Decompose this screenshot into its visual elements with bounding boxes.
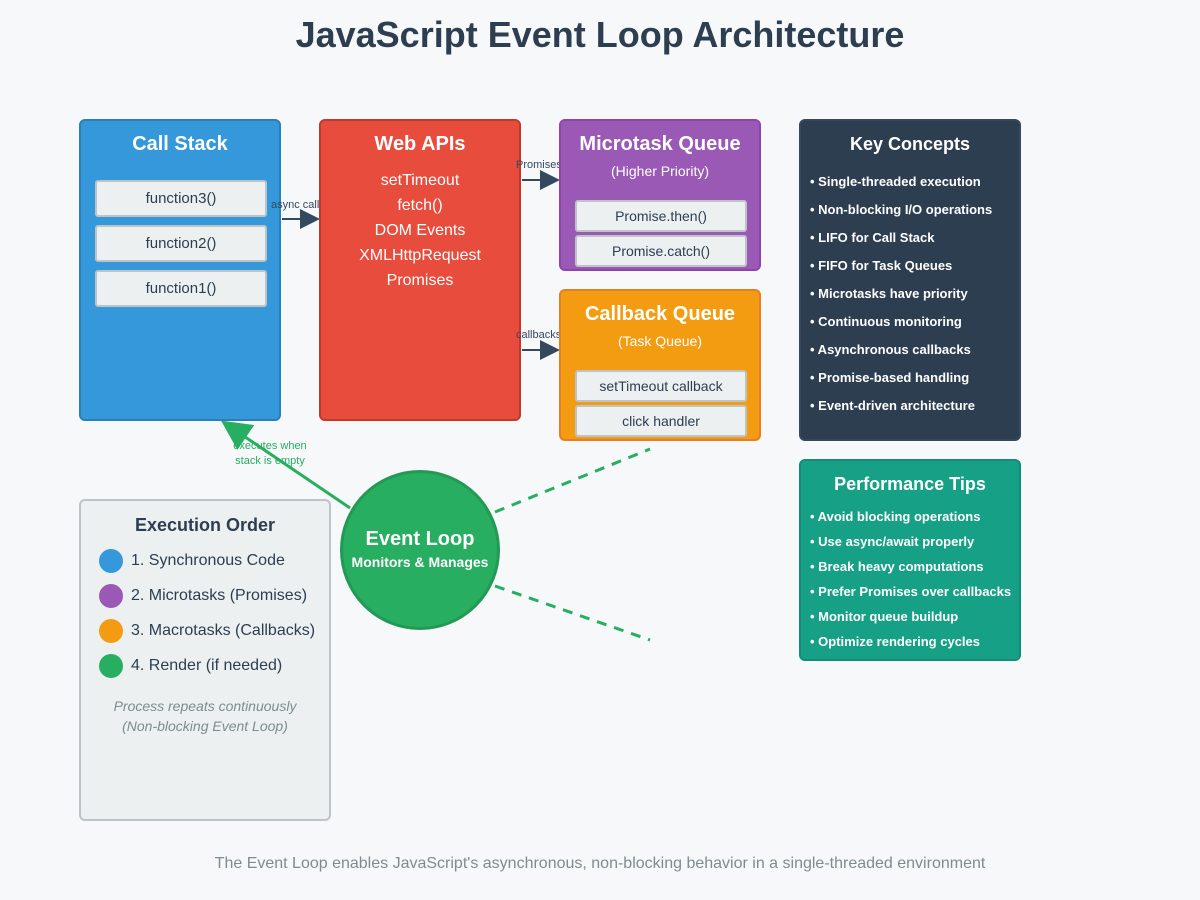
key-concept-item: • LIFO for Call Stack xyxy=(810,230,935,245)
execution-order-note: (Non-blocking Event Loop) xyxy=(122,718,288,734)
web-apis-panel: Web APIs setTimeout fetch() DOM Events X… xyxy=(319,119,521,421)
performance-tip-item: • Break heavy computations xyxy=(810,559,984,574)
performance-tip-item: • Prefer Promises over callbacks xyxy=(810,584,1012,599)
callbacks-label: callbacks xyxy=(516,329,562,341)
performance-tips-title: Performance Tips xyxy=(834,474,986,494)
call-stack-item: function2() xyxy=(95,225,267,262)
performance-tip-item: • Monitor queue buildup xyxy=(810,609,959,624)
promises-label: Promises xyxy=(516,159,562,171)
key-concept-item: • Continuous monitoring xyxy=(810,314,962,329)
execution-order-label: 4. Render (if needed) xyxy=(131,657,283,675)
performance-tips-panel: Performance Tips • Avoid blocking operat… xyxy=(799,459,1021,661)
call-stack-item: function1() xyxy=(95,270,267,307)
execution-order-label: 3. Macrotasks (Callbacks) xyxy=(131,622,316,640)
execution-order-label: 1. Synchronous Code xyxy=(131,552,285,570)
event-loop-title: Event Loop xyxy=(365,528,475,550)
step-dot-icon xyxy=(99,619,123,643)
key-concept-item: • Single-threaded execution xyxy=(810,174,981,189)
key-concept-item: • Promise-based handling xyxy=(810,370,970,385)
web-api-item: Promises xyxy=(386,272,454,289)
executes-label-line: executes when xyxy=(233,440,307,452)
event-loop-to-callback-dashed xyxy=(494,447,651,514)
callback-item: setTimeout callback xyxy=(575,370,747,402)
performance-tips-list: • Avoid blocking operations • Use async/… xyxy=(810,509,1011,659)
microtask-item: Promise.catch() xyxy=(575,235,747,267)
call-stack-title: Call Stack xyxy=(132,133,228,155)
web-api-item: setTimeout xyxy=(380,172,460,189)
execution-order-item: 1. Synchronous Code xyxy=(99,549,285,573)
key-concept-item: • Event-driven architecture xyxy=(810,398,975,413)
key-concept-item: • Microtasks have priority xyxy=(810,286,968,301)
web-api-item: DOM Events xyxy=(374,222,466,239)
microtask-queue-panel: Microtask Queue (Higher Priority) Promis… xyxy=(559,119,761,271)
async-calls-label: async calls xyxy=(271,199,325,211)
key-concepts-list: • Single-threaded execution • Non-blocki… xyxy=(810,174,992,426)
key-concepts-title: Key Concepts xyxy=(849,134,971,154)
step-dot-icon xyxy=(99,584,123,608)
execution-order-item: 2. Microtasks (Promises) xyxy=(99,584,307,608)
call-stack-item: function3() xyxy=(95,180,267,217)
performance-tip-item: • Optimize rendering cycles xyxy=(810,634,980,649)
event-loop-subtitle: Monitors & Manages xyxy=(351,554,489,570)
call-stack-panel: Call Stack function3() function2() funct… xyxy=(79,119,281,421)
web-apis-list: setTimeout fetch() DOM Events XMLHttpReq… xyxy=(321,168,519,293)
callback-queue-title: Callback Queue xyxy=(584,303,736,325)
web-apis-title: Web APIs xyxy=(374,133,466,155)
key-concept-item: • Non-blocking I/O operations xyxy=(810,202,993,217)
performance-tip-item: • Use async/await properly xyxy=(810,534,975,549)
footer-caption: The Event Loop enables JavaScript's asyn… xyxy=(214,855,986,872)
execution-order-label: 2. Microtasks (Promises) xyxy=(131,587,308,605)
web-api-item: XMLHttpRequest xyxy=(359,247,481,264)
microtask-item: Promise.then() xyxy=(575,200,747,232)
event-loop-to-microtask-dashed xyxy=(494,584,651,642)
step-dot-icon xyxy=(99,654,123,678)
key-concepts-panel: Key Concepts • Single-threaded execution… xyxy=(799,119,1021,441)
microtask-queue-subtitle: (Higher Priority) xyxy=(610,163,709,179)
execution-order-item: 4. Render (if needed) xyxy=(99,654,282,678)
step-dot-icon xyxy=(99,549,123,573)
execution-order-note: Process repeats continuously xyxy=(113,698,297,714)
execution-order-panel: Execution Order 1. Synchronous Code 2. M… xyxy=(79,499,331,821)
execution-order-item: 3. Macrotasks (Callbacks) xyxy=(99,619,315,643)
executes-label-line: stack is empty xyxy=(235,455,305,467)
execution-order-title: Execution Order xyxy=(134,515,276,535)
performance-tip-item: • Avoid blocking operations xyxy=(810,509,981,524)
callback-queue-panel: Callback Queue (Task Queue) setTimeout c… xyxy=(559,289,761,441)
web-api-item: fetch() xyxy=(397,197,443,214)
callback-item: click handler xyxy=(575,405,747,437)
microtask-queue-title: Microtask Queue xyxy=(579,133,741,155)
key-concept-item: • Asynchronous callbacks xyxy=(810,342,971,357)
executes-label: executes when stack is empty xyxy=(220,439,320,469)
callback-queue-subtitle: (Task Queue) xyxy=(617,333,703,349)
key-concept-item: • FIFO for Task Queues xyxy=(810,258,953,273)
event-loop-node: Event Loop Monitors & Manages xyxy=(340,470,500,630)
